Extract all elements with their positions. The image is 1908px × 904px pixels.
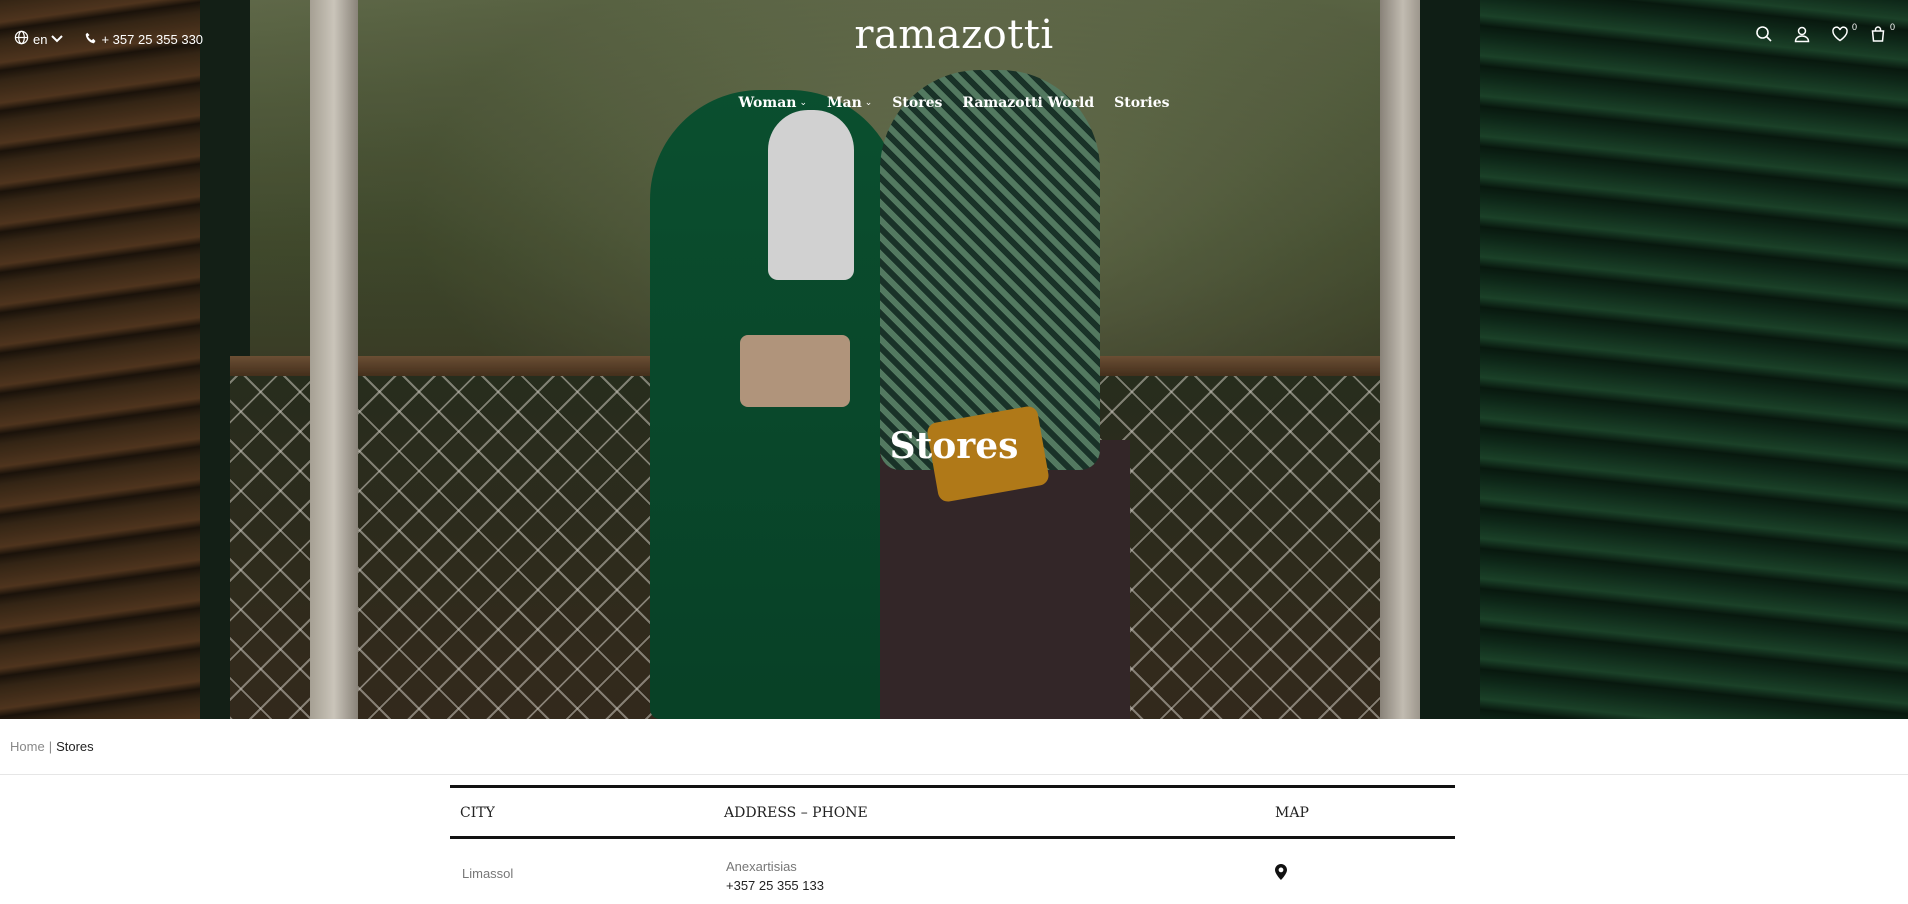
nav-item-stores[interactable]: Stores <box>892 95 942 111</box>
main-nav: Woman ⌄ Man ⌄ Stores Ramazotti World Sto… <box>0 95 1908 111</box>
wishlist-button[interactable]: 0 <box>1830 22 1857 48</box>
breadcrumb-divider <box>0 774 1908 775</box>
breadcrumb-current: Stores <box>56 739 94 754</box>
hero-banner: en + 357 25 355 330 ramazotti Woman ⌄ Ma… <box>0 0 1908 719</box>
user-icon <box>1793 25 1811 48</box>
store-address: Anexartisias <box>726 859 797 874</box>
nav-item-label: Stories <box>1114 95 1170 111</box>
nav-item-stories[interactable]: Stories <box>1114 95 1169 111</box>
bag-icon <box>1869 25 1887 48</box>
nav-item-label: Woman <box>738 95 797 111</box>
nav-item-ramazotti-world[interactable]: Ramazotti World <box>962 95 1094 111</box>
map-pin-icon[interactable] <box>1275 864 1289 882</box>
nav-item-label: Ramazotti World <box>962 95 1095 111</box>
table-header-row: CITY ADDRESS – PHONE MAP <box>450 785 1455 839</box>
column-header-city: CITY <box>460 805 495 821</box>
stores-table: CITY ADDRESS – PHONE MAP Limassol Anexar… <box>450 785 1455 893</box>
column-header-map: MAP <box>1275 805 1309 821</box>
search-button[interactable] <box>1754 25 1774 48</box>
breadcrumb-home-link[interactable]: Home <box>10 739 45 754</box>
page-title: Stores <box>889 425 1019 467</box>
header-actions: 0 0 <box>1754 22 1895 48</box>
chevron-down-icon: ⌄ <box>799 98 807 108</box>
heart-icon <box>1831 25 1849 48</box>
site-logo[interactable]: ramazotti <box>0 12 1908 58</box>
store-address-phone: Anexartisias +357 25 355 133 <box>726 857 824 895</box>
nav-item-woman[interactable]: Woman ⌄ <box>738 95 807 111</box>
cart-count-badge: 0 <box>1889 22 1895 32</box>
column-header-address-phone: ADDRESS – PHONE <box>724 805 868 821</box>
store-city: Limassol <box>462 866 514 881</box>
cart-button[interactable]: 0 <box>1868 22 1895 48</box>
wishlist-count-badge: 0 <box>1851 22 1857 32</box>
account-button[interactable] <box>1792 26 1812 46</box>
breadcrumb: Home | Stores <box>10 739 94 754</box>
chevron-down-icon: ⌄ <box>864 98 873 108</box>
nav-item-label: Stores <box>892 95 943 111</box>
search-icon <box>1755 25 1773 48</box>
store-phone[interactable]: +357 25 355 133 <box>726 876 824 895</box>
nav-item-label: Man <box>827 95 862 111</box>
nav-item-man[interactable]: Man ⌄ <box>827 95 872 111</box>
breadcrumb-separator: | <box>48 739 53 754</box>
